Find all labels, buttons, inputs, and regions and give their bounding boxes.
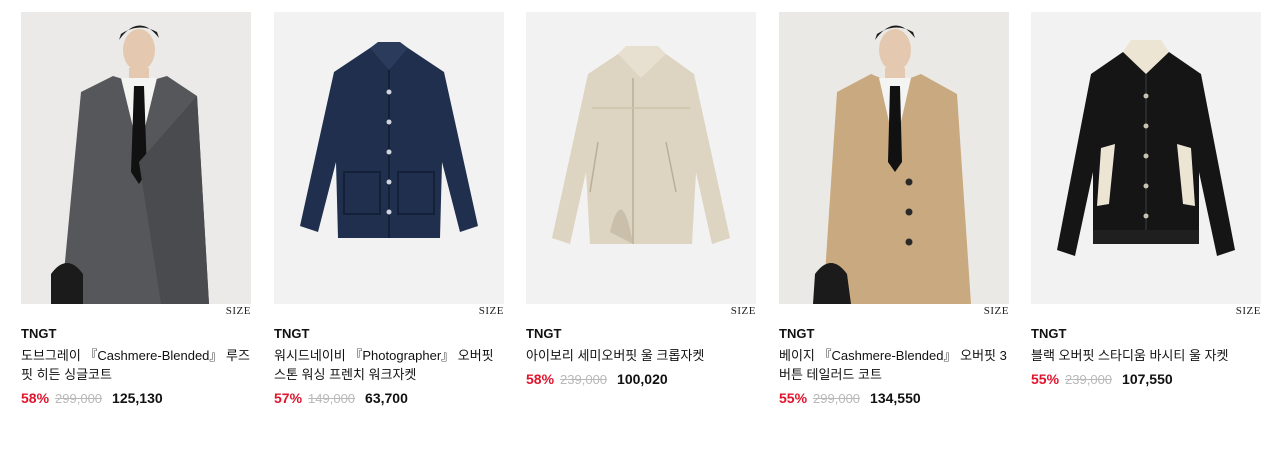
sale-price: 134,550 xyxy=(870,390,921,406)
price-row: 58% 239,000 100,020 xyxy=(526,371,756,387)
product-card[interactable]: SIZE TNGT 워시드네이비 『Photographer』 오버핏 스톤 워… xyxy=(274,12,504,406)
price-row: 58% 299,000 125,130 xyxy=(21,390,251,406)
product-brand[interactable]: TNGT xyxy=(526,326,756,341)
product-brand[interactable]: TNGT xyxy=(274,326,504,341)
sale-price: 125,130 xyxy=(112,390,163,406)
product-name[interactable]: 베이지 『Cashmere-Blended』 오버핏 3버튼 테일러드 코트 xyxy=(779,346,1009,384)
size-button[interactable]: SIZE xyxy=(226,305,251,317)
product-brand[interactable]: TNGT xyxy=(1031,326,1261,341)
discount-rate: 55% xyxy=(1031,371,1060,387)
sale-price: 107,550 xyxy=(1122,371,1173,387)
product-card[interactable]: SIZE TNGT 블랙 오버핏 스타디움 바시티 울 자켓 55% 239,0… xyxy=(1031,12,1261,387)
product-card[interactable]: SIZE TNGT 베이지 『Cashmere-Blended』 오버핏 3버튼… xyxy=(779,12,1009,406)
product-image[interactable] xyxy=(779,12,1009,304)
price-row: 55% 299,000 134,550 xyxy=(779,390,1009,406)
sale-price: 100,020 xyxy=(617,371,668,387)
size-button[interactable]: SIZE xyxy=(1236,305,1261,317)
product-brand[interactable]: TNGT xyxy=(21,326,251,341)
product-image[interactable] xyxy=(21,12,251,304)
product-grid: SIZE TNGT 도브그레이 『Cashmere-Blended』 루즈핏 히… xyxy=(0,0,1269,457)
size-button[interactable]: SIZE xyxy=(479,305,504,317)
discount-rate: 55% xyxy=(779,390,808,406)
sale-price: 63,700 xyxy=(365,390,408,406)
price-row: 57% 149,000 63,700 xyxy=(274,390,504,406)
original-price: 299,000 xyxy=(55,391,103,406)
product-name[interactable]: 아이보리 세미오버핏 울 크롭자켓 xyxy=(526,346,756,365)
product-image[interactable] xyxy=(274,12,504,304)
original-price: 299,000 xyxy=(813,391,861,406)
original-price: 239,000 xyxy=(560,372,608,387)
product-brand[interactable]: TNGT xyxy=(779,326,1009,341)
discount-rate: 58% xyxy=(21,390,50,406)
product-image[interactable] xyxy=(526,12,756,304)
discount-rate: 58% xyxy=(526,371,555,387)
size-button[interactable]: SIZE xyxy=(731,305,756,317)
product-image[interactable] xyxy=(1031,12,1261,304)
product-name[interactable]: 도브그레이 『Cashmere-Blended』 루즈핏 히든 싱글코트 xyxy=(21,346,251,384)
original-price: 149,000 xyxy=(308,391,356,406)
product-name[interactable]: 워시드네이비 『Photographer』 오버핏 스톤 워싱 프렌치 워크자켓 xyxy=(274,346,504,384)
size-button[interactable]: SIZE xyxy=(984,305,1009,317)
price-row: 55% 239,000 107,550 xyxy=(1031,371,1261,387)
discount-rate: 57% xyxy=(274,390,303,406)
product-name[interactable]: 블랙 오버핏 스타디움 바시티 울 자켓 xyxy=(1031,346,1261,365)
product-card[interactable]: SIZE TNGT 아이보리 세미오버핏 울 크롭자켓 58% 239,000 … xyxy=(526,12,756,387)
product-card[interactable]: SIZE TNGT 도브그레이 『Cashmere-Blended』 루즈핏 히… xyxy=(21,12,251,406)
original-price: 239,000 xyxy=(1065,372,1113,387)
